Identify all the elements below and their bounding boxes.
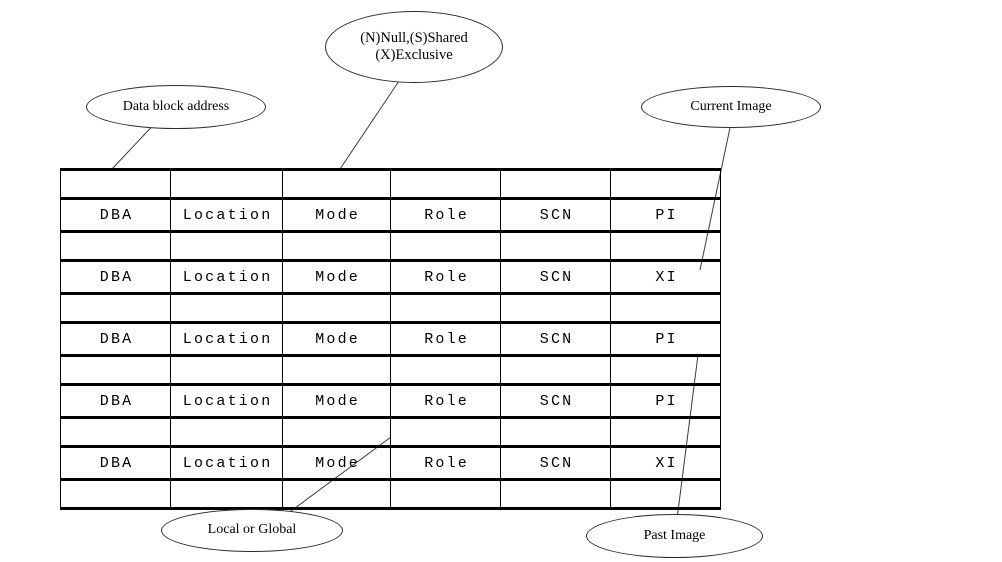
spacer-cell (390, 479, 501, 510)
spacer-cell (282, 168, 391, 199)
table-row: DBA Location Mode Role SCN PI (60, 321, 721, 357)
spacer-cell (610, 479, 721, 510)
spacer-cell (610, 293, 721, 323)
table-row: DBA Location Mode Role SCN PI (60, 197, 721, 233)
table-row: DBA Location Mode Role SCN PI (60, 383, 721, 419)
spacer-cell (500, 479, 611, 510)
spacer-cell (390, 231, 501, 261)
table-row: DBA Location Mode Role SCN XI (60, 259, 721, 295)
spacer-cell (500, 293, 611, 323)
spacer-cell (282, 355, 391, 385)
table-spacer-row (60, 231, 721, 261)
cell-mode: Mode (282, 259, 391, 295)
cell-mode: Mode (282, 321, 391, 357)
connector-mode (339, 80, 400, 170)
callout-data-block-address[interactable]: Data block address (86, 85, 266, 129)
cell-scn: SCN (500, 259, 611, 295)
table-spacer-row (60, 168, 721, 199)
table-row: DBA Location Mode Role SCN XI (60, 445, 721, 481)
cell-location: Location (170, 321, 283, 357)
spacer-cell (60, 479, 171, 510)
spacer-cell (390, 168, 501, 199)
spacer-cell (610, 355, 721, 385)
callout-local-or-global[interactable]: Local or Global (161, 509, 343, 552)
spacer-cell (170, 168, 283, 199)
spacer-cell (500, 355, 611, 385)
cell-location: Location (170, 197, 283, 233)
spacer-cell (60, 231, 171, 261)
spacer-cell (610, 231, 721, 261)
callout-past-image-label: Past Image (643, 527, 706, 543)
callout-current-image-label: Current Image (690, 98, 772, 114)
spacer-cell (170, 293, 283, 323)
spacer-cell (610, 168, 721, 199)
cell-role: Role (390, 259, 501, 295)
cell-image: PI (610, 197, 721, 233)
cell-dba: DBA (60, 321, 171, 357)
spacer-cell (500, 417, 611, 447)
cell-role: Role (390, 197, 501, 233)
spacer-cell (282, 293, 391, 323)
spacer-cell (500, 231, 611, 261)
table-spacer-row (60, 355, 721, 385)
cell-dba: DBA (60, 259, 171, 295)
cell-image: PI (610, 321, 721, 357)
diagram-canvas: (N)Null,(S)Shared (X)Exclusive Data bloc… (0, 0, 1002, 562)
cell-role: Role (390, 383, 501, 419)
table-spacer-row (60, 479, 721, 510)
spacer-cell (60, 168, 171, 199)
spacer-cell (60, 293, 171, 323)
callout-current-image[interactable]: Current Image (641, 86, 821, 128)
cell-location: Location (170, 445, 283, 481)
buffer-header-table: DBA Location Mode Role SCN PI DBA Locati… (60, 168, 721, 510)
cell-image: XI (610, 445, 721, 481)
table-spacer-row (60, 417, 721, 447)
cell-scn: SCN (500, 197, 611, 233)
cell-scn: SCN (500, 321, 611, 357)
spacer-cell (610, 417, 721, 447)
cell-dba: DBA (60, 197, 171, 233)
cell-location: Location (170, 259, 283, 295)
cell-dba: DBA (60, 445, 171, 481)
callout-data-block-address-label: Data block address (122, 98, 230, 114)
spacer-cell (390, 293, 501, 323)
spacer-cell (282, 479, 391, 510)
spacer-cell (390, 355, 501, 385)
callout-past-image[interactable]: Past Image (586, 514, 763, 558)
cell-role: Role (390, 321, 501, 357)
spacer-cell (170, 231, 283, 261)
callout-mode-label: (N)Null,(S)Shared (X)Exclusive (360, 29, 468, 63)
cell-scn: SCN (500, 383, 611, 419)
callout-local-or-global-label: Local or Global (207, 522, 297, 538)
spacer-cell (282, 231, 391, 261)
spacer-cell (60, 355, 171, 385)
cell-location: Location (170, 383, 283, 419)
spacer-cell (60, 417, 171, 447)
spacer-cell (170, 417, 283, 447)
cell-mode: Mode (282, 197, 391, 233)
cell-mode: Mode (282, 445, 391, 481)
cell-mode: Mode (282, 383, 391, 419)
cell-image: XI (610, 259, 721, 295)
spacer-cell (500, 168, 611, 199)
spacer-cell (390, 417, 501, 447)
spacer-cell (170, 355, 283, 385)
cell-image: PI (610, 383, 721, 419)
table-spacer-row (60, 293, 721, 323)
spacer-cell (282, 417, 391, 447)
cell-scn: SCN (500, 445, 611, 481)
cell-dba: DBA (60, 383, 171, 419)
spacer-cell (170, 479, 283, 510)
callout-mode[interactable]: (N)Null,(S)Shared (X)Exclusive (325, 11, 503, 83)
cell-role: Role (390, 445, 501, 481)
